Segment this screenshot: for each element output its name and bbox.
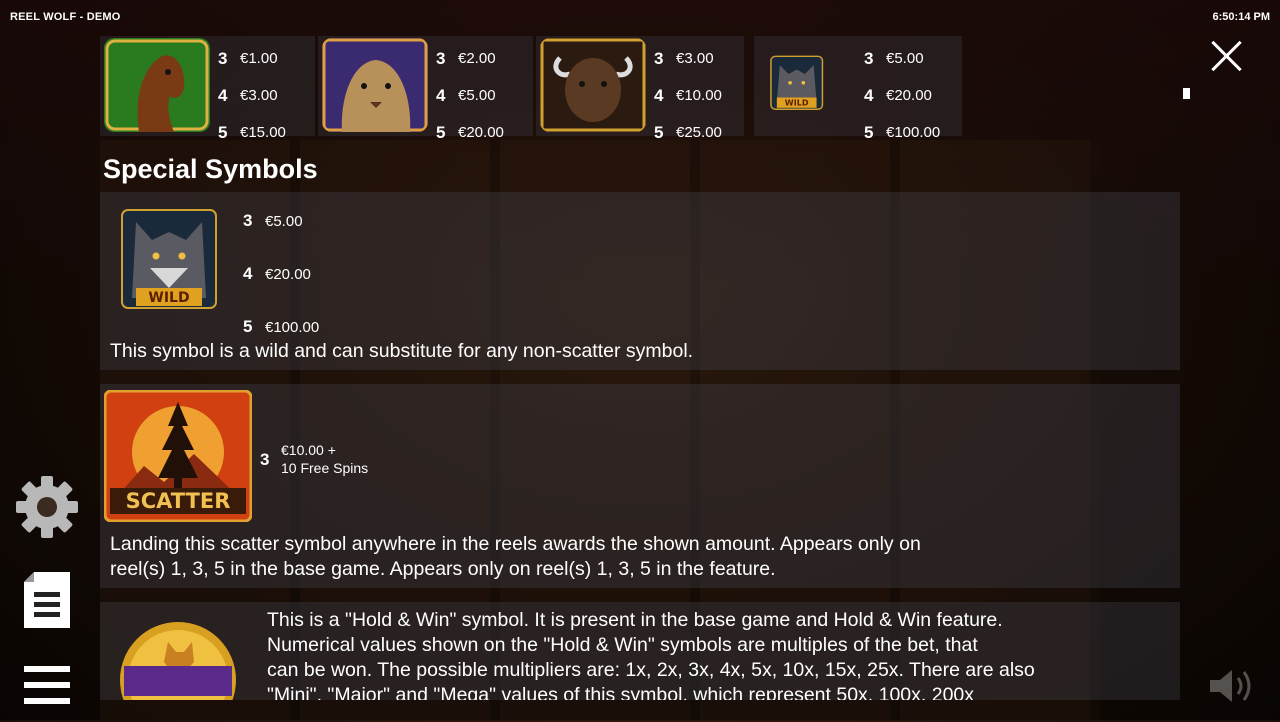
payout: €25.00 bbox=[676, 124, 722, 141]
scatter-count: 3 bbox=[260, 450, 270, 469]
scatter-panel: SCATTER 3 €10.00 + 10 Free Spins Landing… bbox=[100, 384, 1180, 588]
count: 3 bbox=[436, 48, 446, 68]
horse-icon bbox=[104, 38, 210, 132]
clock: 6:50:14 PM bbox=[1212, 11, 1270, 23]
wolf-wild-icon: WILD bbox=[770, 55, 824, 111]
svg-text:WILD: WILD bbox=[148, 290, 189, 306]
count: 5 bbox=[218, 122, 228, 142]
hold-win-panel: This is a "Hold & Win" symbol. It is pre… bbox=[100, 602, 1180, 700]
payout: €20.00 bbox=[886, 87, 932, 104]
payout: €3.00 bbox=[676, 50, 714, 67]
payout: €15.00 bbox=[240, 124, 286, 141]
scatter-tree-icon: SCATTER bbox=[104, 390, 252, 522]
payout: €5.00 bbox=[458, 87, 496, 104]
payout: €100.00 bbox=[886, 124, 941, 141]
sound-speaker-icon[interactable] bbox=[1206, 666, 1262, 706]
hold-win-description-line: can be won. The possible multipliers are… bbox=[267, 659, 1035, 681]
payout: €20.00 bbox=[265, 265, 311, 283]
payout: €1.00 bbox=[240, 50, 278, 67]
hold-win-description-line: "Mini", "Major" and "Mega" values of thi… bbox=[267, 684, 975, 700]
count: 3 bbox=[654, 48, 664, 68]
payout: €100.00 bbox=[265, 318, 320, 336]
menu-hamburger-icon[interactable] bbox=[14, 656, 80, 722]
scatter-value: €10.00 + bbox=[281, 442, 336, 458]
count: 5 bbox=[243, 317, 253, 336]
count: 5 bbox=[436, 122, 446, 142]
hold-win-description-line: This is a "Hold & Win" symbol. It is pre… bbox=[267, 609, 1003, 631]
rules-document-icon[interactable] bbox=[14, 568, 80, 634]
payout: €10.00 bbox=[676, 87, 722, 104]
payout: €20.00 bbox=[458, 124, 504, 141]
count: 3 bbox=[864, 48, 874, 68]
count: 5 bbox=[864, 122, 874, 142]
settings-gear-icon[interactable] bbox=[14, 474, 80, 540]
count: 4 bbox=[218, 85, 228, 105]
count: 3 bbox=[243, 211, 253, 230]
scrollbar-thumb[interactable] bbox=[1183, 88, 1190, 99]
hold-win-description-line: Numerical values shown on the "Hold & Wi… bbox=[267, 634, 978, 656]
count: 4 bbox=[654, 85, 664, 105]
wild-panel: WILD 3 €5.00 4 €20.00 5 €100.00 This symbol… bbox=[100, 192, 1180, 370]
payout: €3.00 bbox=[240, 87, 278, 104]
bison-icon bbox=[540, 38, 646, 132]
svg-text:WILD: WILD bbox=[785, 98, 809, 108]
cougar-icon bbox=[322, 38, 428, 132]
paytable-card-wolf: WILD 3 €5.00 4 €20.00 5 €100.00 bbox=[754, 36, 962, 142]
close-button[interactable] bbox=[1206, 34, 1246, 74]
svg-text:SCATTER: SCATTER bbox=[126, 489, 231, 513]
scatter-description: Landing this scatter symbol anywhere in … bbox=[110, 532, 921, 582]
special-symbols-heading: Special Symbols bbox=[103, 154, 318, 184]
count: 4 bbox=[864, 85, 874, 105]
wild-description: This symbol is a wild and can substitute… bbox=[110, 340, 694, 362]
wolf-wild-icon: WILD bbox=[121, 209, 217, 309]
payout: €5.00 bbox=[886, 50, 924, 67]
scatter-description-line: reel(s) 1, 3, 5 in the base game. Appear… bbox=[110, 558, 776, 580]
hold-win-description: This is a "Hold & Win" symbol. It is pre… bbox=[267, 608, 1035, 700]
count: 5 bbox=[654, 122, 664, 142]
scatter-payout: €10.00 + 10 Free Spins bbox=[281, 441, 368, 477]
count: 3 bbox=[218, 48, 228, 68]
hold-win-coin-icon bbox=[120, 622, 236, 700]
paytable-card-cougar: 3 €2.00 4 €5.00 5 €20.00 bbox=[318, 36, 533, 142]
paytable-card-bison: 3 €3.00 4 €10.00 5 €25.00 bbox=[536, 36, 744, 142]
payout: €5.00 bbox=[265, 212, 303, 230]
paytable-card-horse: 3 €1.00 4 €3.00 5 €15.00 bbox=[100, 36, 315, 142]
game-title: REEL WOLF - DEMO bbox=[10, 11, 121, 23]
scatter-description-line: Landing this scatter symbol anywhere in … bbox=[110, 533, 921, 555]
count: 4 bbox=[436, 85, 446, 105]
count: 4 bbox=[243, 264, 253, 283]
scatter-free-spins: 10 Free Spins bbox=[281, 460, 369, 476]
payout: €2.00 bbox=[458, 50, 496, 67]
